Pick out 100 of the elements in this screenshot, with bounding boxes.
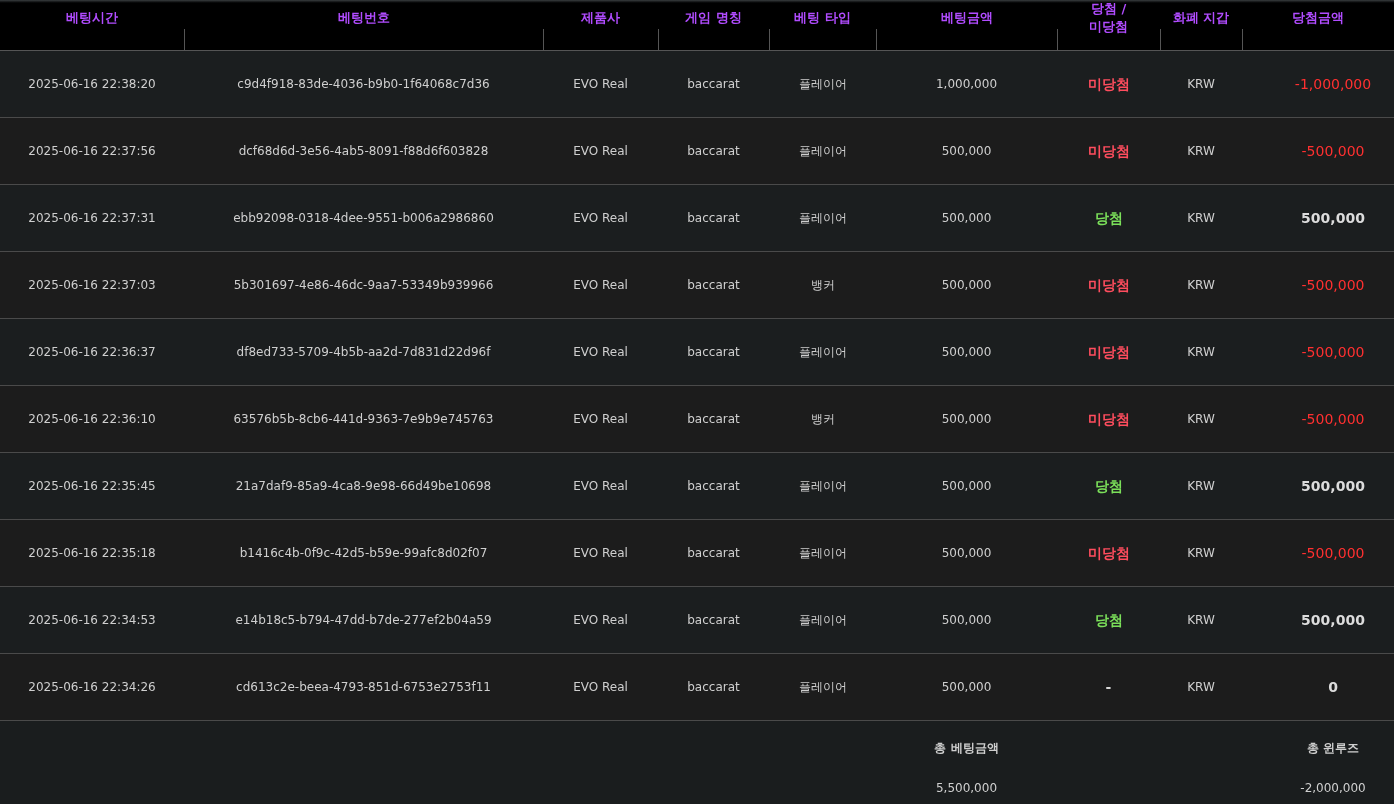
payout-amount: -500,000	[1300, 141, 1366, 161]
result: 미당첨	[1086, 141, 1131, 161]
payout-amount: -500,000	[1300, 409, 1366, 429]
game-name: baccarat	[686, 210, 741, 227]
payout-amount: 500,000	[1300, 476, 1366, 496]
result: 미당첨	[1086, 409, 1131, 429]
bet-type: 플레이어	[797, 545, 848, 562]
currency: KRW	[1186, 143, 1216, 160]
currency: KRW	[1186, 411, 1216, 428]
bet-amount: 500,000	[940, 210, 993, 227]
bet-id: 5b301697-4e86-46dc-9aa7-53349b939966	[232, 277, 495, 294]
column-header: 베팅시간	[66, 9, 118, 27]
game-name: baccarat	[686, 344, 741, 361]
provider: EVO Real	[572, 478, 629, 495]
bet-type: 플레이어	[797, 478, 848, 495]
bet-time: 2025-06-16 22:37:56	[27, 143, 157, 160]
provider: EVO Real	[572, 143, 629, 160]
game-name: baccarat	[686, 143, 741, 160]
game-name: baccarat	[686, 478, 741, 495]
result: 당첨	[1093, 208, 1124, 228]
bet-amount: 1,000,000	[934, 76, 999, 93]
currency: KRW	[1186, 478, 1216, 495]
bet-id: e14b18c5-b794-47dd-b7de-277ef2b04a59	[234, 612, 493, 629]
bet-amount: 500,000	[940, 679, 993, 696]
bet-time: 2025-06-16 22:34:26	[27, 679, 157, 696]
bet-id: 21a7daf9-85a9-4ca8-9e98-66d49be10698	[234, 478, 493, 495]
bet-type: 플레이어	[797, 210, 848, 227]
total-bet-label: 총 베팅금액	[933, 740, 1000, 757]
column-header: 당첨금액	[1292, 9, 1344, 27]
column-header: 제품사	[581, 9, 620, 27]
bet-time: 2025-06-16 22:38:20	[27, 76, 157, 93]
result: -	[1104, 677, 1113, 697]
result: 미당첨	[1086, 342, 1131, 362]
column-header: 베팅번호	[337, 9, 390, 27]
column-header: 베팅금액	[940, 9, 993, 27]
total-winloss-label: 총 윈루즈	[1305, 740, 1361, 757]
bet-type: 플레이어	[797, 143, 848, 160]
result: 당첨	[1093, 476, 1124, 496]
bet-type: 플레이어	[797, 76, 848, 93]
bet-time: 2025-06-16 22:37:03	[27, 277, 157, 294]
bet-type: 뱅커	[809, 411, 836, 428]
bet-id: ebb92098-0318-4dee-9551-b006a2986860	[232, 210, 495, 227]
payout-amount: 0	[1327, 677, 1339, 697]
bet-id: cd613c2e-beea-4793-851d-6753e2753f11	[235, 679, 492, 696]
bet-time: 2025-06-16 22:34:53	[27, 612, 157, 629]
provider: EVO Real	[572, 76, 629, 93]
currency: KRW	[1186, 545, 1216, 562]
result: 미당첨	[1086, 275, 1131, 295]
bet-id: df8ed733-5709-4b5b-aa2d-7d831d22d96f	[235, 344, 492, 361]
bet-amount: 500,000	[940, 612, 993, 629]
payout-amount: -500,000	[1300, 275, 1366, 295]
bet-type: 플레이어	[797, 679, 848, 696]
provider: EVO Real	[572, 277, 629, 294]
bet-time: 2025-06-16 22:35:45	[27, 478, 157, 495]
payout-amount: 500,000	[1300, 208, 1366, 228]
column-header: 게임 명칭	[685, 9, 742, 27]
provider: EVO Real	[572, 344, 629, 361]
currency: KRW	[1186, 76, 1216, 93]
game-name: baccarat	[686, 679, 741, 696]
provider: EVO Real	[572, 210, 629, 227]
column-header: 베팅 타입	[794, 9, 851, 27]
column-header: 당첨 / 미당첨	[1089, 0, 1128, 36]
game-name: baccarat	[686, 411, 741, 428]
bet-type: 뱅커	[809, 277, 836, 294]
provider: EVO Real	[572, 612, 629, 629]
bet-amount: 500,000	[940, 411, 993, 428]
column-header: 화폐 지갑	[1172, 9, 1230, 27]
payout-amount: -1,000,000	[1293, 74, 1373, 94]
bet-time: 2025-06-16 22:36:37	[27, 344, 157, 361]
game-name: baccarat	[686, 76, 741, 93]
currency: KRW	[1186, 344, 1216, 361]
bet-amount: 500,000	[940, 143, 993, 160]
provider: EVO Real	[572, 679, 629, 696]
total-winloss-value: -2,000,000	[1299, 780, 1367, 797]
bet-time: 2025-06-16 22:35:18	[27, 545, 157, 562]
bet-amount: 500,000	[940, 277, 993, 294]
bet-amount: 500,000	[940, 545, 993, 562]
payout-amount: -500,000	[1300, 543, 1366, 563]
bet-type: 플레이어	[797, 344, 848, 361]
bet-type: 플레이어	[797, 612, 848, 629]
provider: EVO Real	[572, 411, 629, 428]
bet-amount: 500,000	[940, 344, 993, 361]
bet-time: 2025-06-16 22:36:10	[27, 411, 157, 428]
total-bet-value: 5,500,000	[934, 780, 999, 797]
game-name: baccarat	[686, 277, 741, 294]
currency: KRW	[1186, 210, 1216, 227]
bet-id: dcf68d6d-3e56-4ab5-8091-f88d6f603828	[237, 143, 490, 160]
currency: KRW	[1186, 277, 1216, 294]
bet-time: 2025-06-16 22:37:31	[27, 210, 157, 227]
game-name: baccarat	[686, 545, 741, 562]
game-name: baccarat	[686, 612, 741, 629]
payout-amount: 500,000	[1300, 610, 1366, 630]
result: 미당첨	[1086, 543, 1131, 563]
payout-amount: -500,000	[1300, 342, 1366, 362]
provider: EVO Real	[572, 545, 629, 562]
currency: KRW	[1186, 612, 1216, 629]
result: 당첨	[1093, 610, 1124, 630]
result: 미당첨	[1086, 74, 1131, 94]
currency: KRW	[1186, 679, 1216, 696]
bet-amount: 500,000	[940, 478, 993, 495]
